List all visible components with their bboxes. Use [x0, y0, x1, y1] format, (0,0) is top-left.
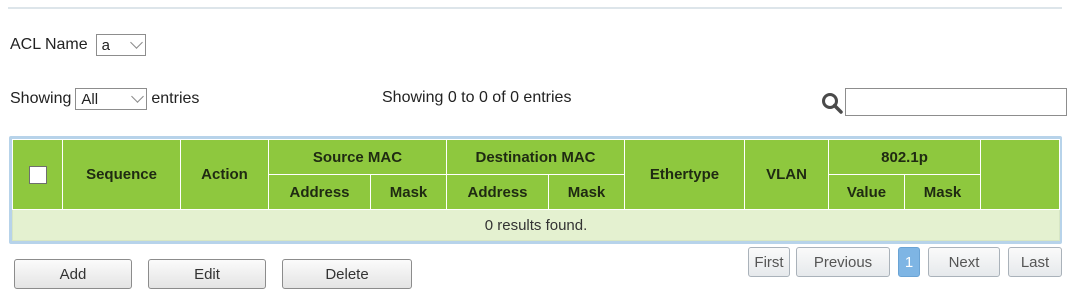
col-destination-address[interactable]: Address: [446, 174, 549, 210]
chevron-down-icon: [131, 90, 145, 103]
acl-name-row: ACL Name a: [10, 34, 146, 56]
pagination-next-button[interactable]: Next: [928, 247, 1000, 277]
acl-name-label: ACL Name: [10, 36, 88, 53]
col-action[interactable]: Action: [180, 139, 269, 210]
entries-info: Showing 0 to 0 of 0 entries: [382, 89, 572, 106]
edit-button[interactable]: Edit: [148, 259, 266, 289]
col-source-address[interactable]: Address: [268, 174, 371, 210]
search-input[interactable]: [845, 88, 1067, 116]
select-all-cell: [12, 139, 63, 210]
delete-button[interactable]: Delete: [282, 259, 412, 289]
col-destination-mac: Destination MAC: [446, 139, 625, 175]
acl-name-select[interactable]: a: [95, 34, 146, 56]
chevron-down-icon: [129, 36, 143, 49]
col-8021p: 802.1p: [827, 139, 982, 175]
col-destination-mask[interactable]: Mask: [548, 174, 625, 210]
acl-rules-table: Sequence Action Source MAC Destination M…: [9, 136, 1062, 244]
acl-name-selected-value: a: [101, 36, 110, 54]
pagination-page-1[interactable]: 1: [898, 247, 920, 277]
entries-selected-value: All: [81, 90, 99, 108]
col-extra: [980, 139, 1061, 210]
entries-select[interactable]: All: [75, 88, 148, 110]
showing-label: Showing: [10, 90, 72, 107]
col-8021p-mask[interactable]: Mask: [903, 174, 982, 210]
col-ethertype[interactable]: Ethertype: [624, 139, 745, 210]
add-button[interactable]: Add: [14, 259, 132, 289]
select-all-checkbox[interactable]: [28, 165, 47, 184]
col-source-mask[interactable]: Mask: [370, 174, 447, 210]
entries-row: Showing All entries: [10, 88, 199, 110]
top-divider: [8, 7, 1062, 9]
pagination-previous-button[interactable]: Previous: [796, 247, 890, 277]
pagination-last-button[interactable]: Last: [1008, 247, 1062, 277]
col-8021p-value[interactable]: Value: [828, 174, 905, 210]
entries-label: entries: [151, 90, 200, 107]
pagination-first-button[interactable]: First: [748, 247, 790, 277]
search-icon[interactable]: [820, 91, 844, 115]
empty-results-message: 0 results found.: [11, 209, 1061, 241]
col-sequence[interactable]: Sequence: [62, 139, 181, 210]
col-source-mac: Source MAC: [268, 139, 447, 175]
col-vlan[interactable]: VLAN: [744, 139, 829, 210]
